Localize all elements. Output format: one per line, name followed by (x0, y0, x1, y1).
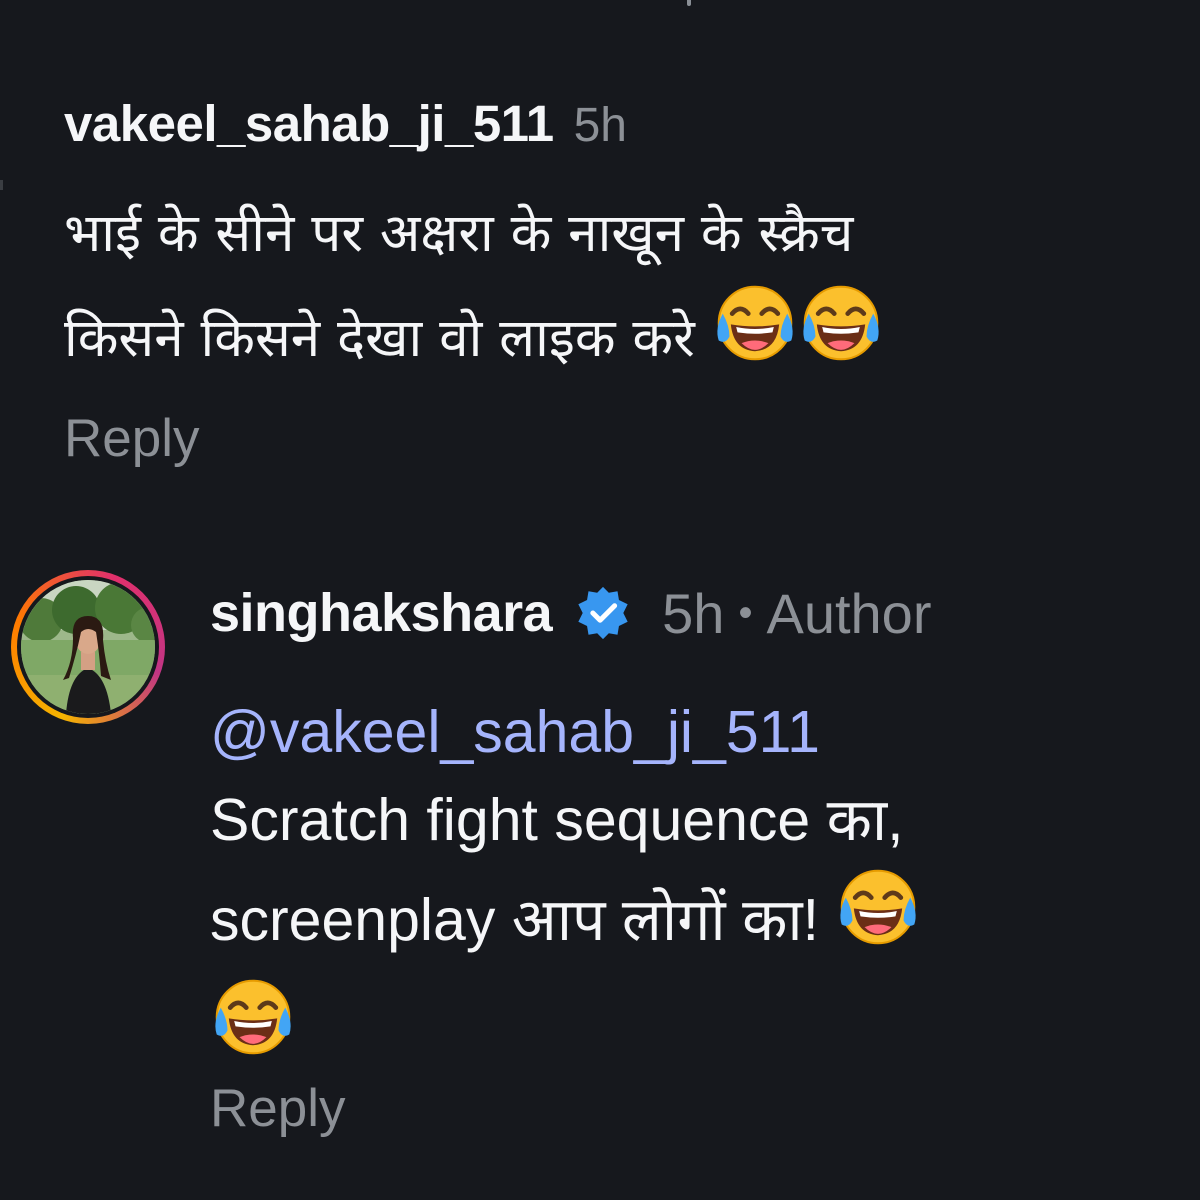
comment-time: 5h (662, 581, 725, 645)
comment-text-line-2-wrap: किसने किसने देखा वो लाइक करे (64, 280, 1174, 395)
avatar-gap (17, 576, 159, 718)
comment-text-line-2-wrap: screenplay आप लोगों का! (210, 864, 1170, 974)
comment-singhakshara: singhakshara 5h • Author @vakeel_sahab_j… (210, 578, 1170, 1084)
comment-time: 5h (573, 99, 627, 152)
comment-text-line-1: भाई के सीने पर अक्षरा के नाखून के स्क्रै… (64, 203, 854, 264)
comment-text-line-1: Scratch fight sequence का, (210, 787, 904, 853)
comment-vakeel: vakeel_sahab_ji_511 5h भाई के सीने पर अक… (64, 94, 1174, 395)
comment-text-line-2: किसने किसने देखा वो लाइक करे (64, 308, 695, 369)
avatar (21, 580, 155, 714)
comment-username[interactable]: singhakshara (210, 582, 553, 644)
scroll-indicator (687, 0, 691, 6)
reply-button[interactable]: Reply (64, 408, 200, 469)
story-ring-avatar[interactable] (11, 570, 165, 724)
edge-marker (0, 180, 3, 190)
comment-text: भाई के सीने पर अक्षरा के नाखून के स्क्रै… (64, 188, 1174, 395)
separator-dot: • (738, 590, 753, 635)
comment-text: @vakeel_sahab_ji_511 Scratch fight seque… (210, 688, 1170, 1084)
face-with-tears-of-joy-icon (835, 864, 921, 974)
author-label: Author (766, 581, 932, 645)
face-with-tears-of-joy-icon (712, 280, 798, 395)
face-with-tears-of-joy-icon (210, 974, 296, 1084)
verified-badge-icon (574, 584, 632, 642)
comment-header: singhakshara 5h • Author (210, 578, 1170, 648)
face-with-tears-of-joy-icon (798, 280, 884, 395)
mention-link[interactable]: @vakeel_sahab_ji_511 (210, 688, 1170, 776)
reply-button[interactable]: Reply (210, 1078, 346, 1139)
comment-username[interactable]: vakeel_sahab_ji_511 (64, 94, 554, 153)
comment-emoji-line (210, 974, 1170, 1084)
comment-header: vakeel_sahab_ji_511 5h (64, 94, 1174, 156)
comment-text-line-2: screenplay आप लोगों का! (210, 887, 820, 953)
